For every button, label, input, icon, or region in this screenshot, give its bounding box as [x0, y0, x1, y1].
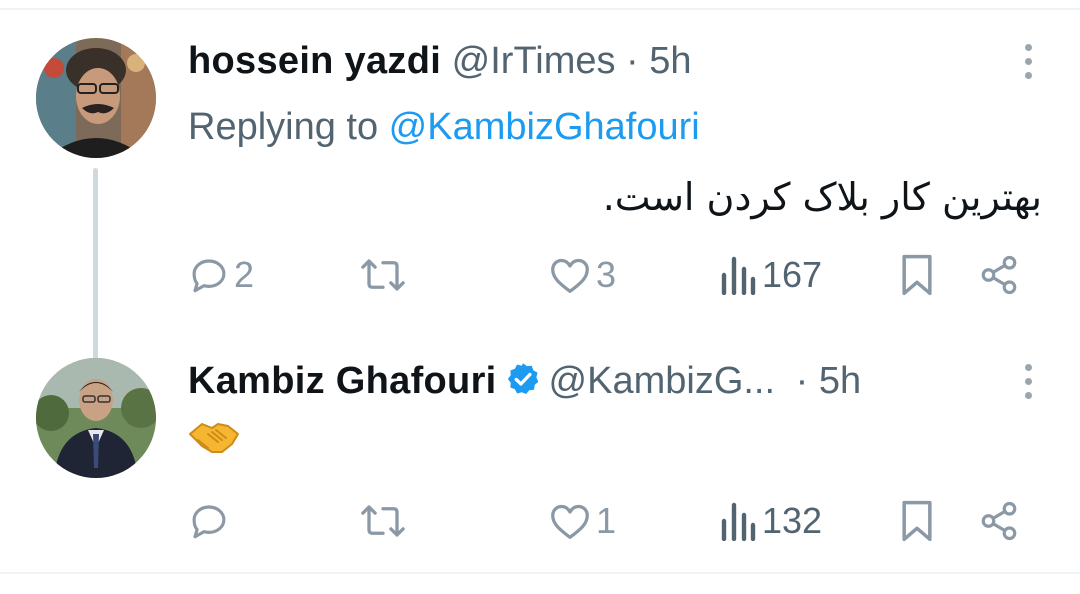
tweet[interactable]: hossein yazdi @IrTimes · 5h Replying to …	[0, 30, 1080, 380]
separator-dot: ·	[795, 360, 809, 402]
author-handle[interactable]: @IrTimes	[452, 40, 616, 82]
author-name[interactable]: Kambiz Ghafouri	[188, 360, 497, 402]
timestamp[interactable]: 5h	[649, 40, 691, 82]
like-icon	[551, 504, 589, 539]
views-count: 132	[762, 500, 823, 541]
bookmark-icon	[902, 254, 932, 296]
retweet-button[interactable]	[360, 496, 406, 546]
action-bar: 2 3 167	[188, 250, 1038, 300]
share-button[interactable]	[978, 496, 1020, 546]
top-divider	[0, 8, 1080, 10]
action-bar: 1 132	[188, 496, 1038, 546]
like-icon	[551, 258, 589, 293]
handshake-emoji	[189, 423, 239, 453]
share-icon	[981, 501, 1017, 541]
more-icon[interactable]	[1022, 364, 1034, 404]
replying-to: Replying to @KambizGhafouri	[188, 104, 700, 150]
tweet-header: Kambiz Ghafouri @KambizG... · 5h	[188, 358, 861, 404]
reply-count: 2	[234, 254, 255, 295]
avatar[interactable]	[36, 38, 156, 158]
like-button[interactable]: 3	[548, 250, 616, 300]
reply-icon	[192, 505, 226, 539]
bookmark-icon	[902, 500, 932, 542]
like-button[interactable]: 1	[548, 496, 616, 546]
like-count: 1	[596, 500, 617, 541]
retweet-icon	[361, 259, 405, 291]
views-icon	[721, 502, 756, 541]
reply-button[interactable]	[188, 496, 230, 546]
tweet-header: hossein yazdi @IrTimes · 5h	[188, 38, 692, 84]
verified-badge-icon	[507, 363, 538, 394]
avatar[interactable]	[36, 358, 156, 478]
mention-link[interactable]: @KambizGhafouri	[389, 106, 700, 148]
bookmark-button[interactable]	[900, 496, 934, 546]
views-icon	[721, 256, 756, 295]
views-button[interactable]: 132	[720, 496, 822, 546]
like-count: 3	[596, 254, 617, 295]
reply-icon	[192, 259, 226, 293]
retweet-button[interactable]	[360, 250, 406, 300]
thread-line	[93, 168, 98, 380]
share-button[interactable]	[978, 250, 1020, 300]
more-icon[interactable]	[1022, 44, 1034, 84]
share-icon	[981, 255, 1017, 295]
separator-dot: ·	[626, 40, 639, 82]
bottom-divider	[0, 572, 1080, 574]
retweet-icon	[361, 505, 405, 537]
views-count: 167	[762, 254, 823, 295]
author-handle[interactable]: @KambizG...	[549, 360, 776, 402]
bookmark-button[interactable]	[900, 250, 934, 300]
replying-prefix: Replying to	[188, 106, 389, 148]
reply-button[interactable]: 2	[188, 250, 254, 300]
timestamp[interactable]: 5h	[819, 360, 861, 402]
tweet-text: بهترین کار بلاک کردن است.	[602, 175, 1042, 219]
tweet[interactable]: Kambiz Ghafouri @KambizG... · 5h 1 132	[0, 350, 1080, 560]
views-button[interactable]: 167	[720, 250, 822, 300]
author-name[interactable]: hossein yazdi	[188, 40, 441, 82]
